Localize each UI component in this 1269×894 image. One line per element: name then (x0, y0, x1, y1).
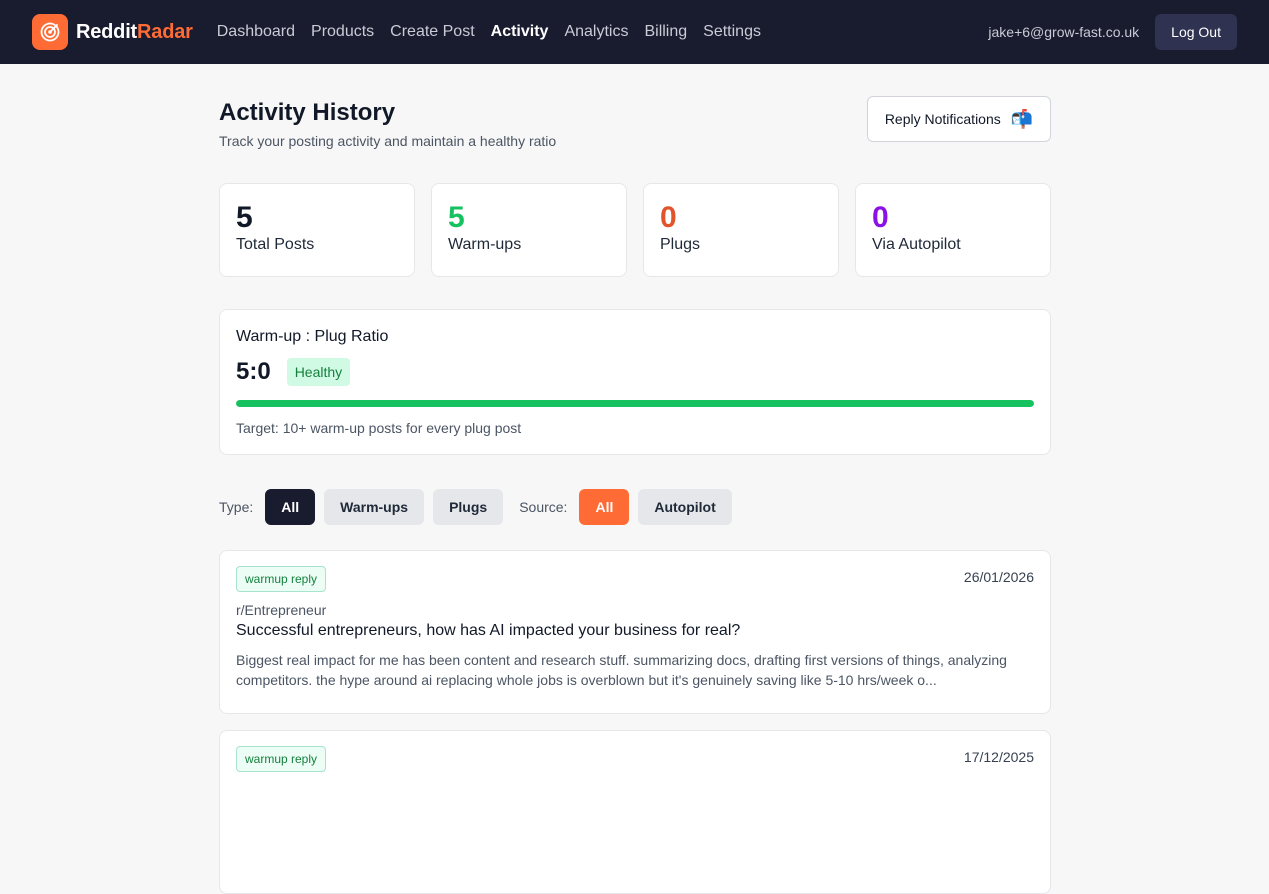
brand-name-part2: Radar (137, 20, 193, 43)
post-title[interactable]: Successful entrepreneurs, how has AI imp… (236, 622, 1034, 640)
source-filter-all[interactable]: All (579, 489, 630, 525)
source-filter-autopilot[interactable]: Autopilot (638, 489, 732, 525)
ratio-row: 5:0 Healthy (236, 358, 1034, 386)
stat-value: 0 (872, 201, 889, 234)
post-card[interactable]: warmup reply 26/01/2026 r/Entrepreneur S… (219, 550, 1051, 714)
brand-logo[interactable]: RedditRadar (32, 14, 193, 50)
post-card[interactable]: warmup reply 17/12/2025 (219, 730, 1051, 894)
stat-card-warm-ups: 5 Warm-ups (431, 183, 627, 277)
stat-label: Total Posts (236, 236, 315, 253)
ratio-progress-bar (236, 400, 1034, 407)
stat-value: 5 (448, 201, 465, 234)
ratio-value: 5:0 (236, 358, 271, 385)
type-filter-label: Type: (219, 499, 254, 515)
nav-right: jake+6@grow-fast.co.uk Log Out (988, 14, 1237, 50)
page-subtitle: Track your posting activity and maintain… (219, 133, 557, 149)
top-navbar: RedditRadar Dashboard Products Create Po… (0, 0, 1269, 64)
mailbox-icon: 📬 (1010, 108, 1034, 129)
nav-analytics[interactable]: Analytics (564, 23, 628, 41)
radar-target-icon (32, 14, 68, 50)
post-date: 17/12/2025 (963, 749, 1034, 765)
ratio-card: Warm-up : Plug Ratio 5:0 Healthy Target:… (219, 309, 1051, 455)
stat-card-via-autopilot: 0 Via Autopilot (855, 183, 1051, 277)
type-filter-all[interactable]: All (265, 489, 316, 525)
nav-products[interactable]: Products (311, 23, 374, 41)
post-date: 26/01/2026 (963, 569, 1034, 585)
ratio-status-badge: Healthy (286, 358, 351, 386)
brand-name: RedditRadar (76, 21, 193, 44)
page-header: Activity History Track your posting acti… (219, 96, 1051, 149)
nav-links: Dashboard Products Create Post Activity … (217, 23, 777, 41)
nav-settings[interactable]: Settings (703, 23, 761, 41)
stat-label: Plugs (660, 236, 701, 253)
stat-card-plugs: 0 Plugs (643, 183, 839, 277)
stats-row: 5 Total Posts 5 Warm-ups 0 Plugs 0 Via A… (219, 183, 1051, 277)
post-subreddit[interactable]: r/Entrepreneur (236, 602, 1034, 618)
stat-value: 0 (660, 201, 677, 234)
nav-billing[interactable]: Billing (644, 23, 687, 41)
main-content: Activity History Track your posting acti… (219, 64, 1051, 894)
nav-activity[interactable]: Activity (491, 23, 549, 41)
brand-name-part1: Reddit (76, 20, 138, 43)
stat-value: 5 (236, 201, 253, 234)
user-email: jake+6@grow-fast.co.uk (988, 24, 1140, 40)
ratio-progress-fill (236, 400, 1034, 407)
reply-notifications-button[interactable]: Reply Notifications 📬 (867, 96, 1051, 142)
type-filter-warm-ups[interactable]: Warm-ups (324, 489, 425, 525)
logout-button[interactable]: Log Out (1155, 14, 1237, 50)
post-type-tag: warmup reply (236, 566, 327, 592)
source-filter-label: Source: (519, 499, 568, 515)
post-excerpt: Biggest real impact for me has been cont… (236, 652, 1007, 688)
post-type-tag: warmup reply (236, 746, 327, 772)
stat-card-total-posts: 5 Total Posts (219, 183, 415, 277)
filter-bar: Type: All Warm-ups Plugs Source: All Aut… (219, 489, 1051, 525)
ratio-target-text: Target: 10+ warm-up posts for every plug… (236, 420, 522, 436)
stat-label: Warm-ups (448, 236, 522, 253)
nav-create-post[interactable]: Create Post (390, 23, 474, 41)
type-filter-plugs[interactable]: Plugs (433, 489, 504, 525)
nav-dashboard[interactable]: Dashboard (217, 23, 295, 41)
ratio-title: Warm-up : Plug Ratio (236, 328, 389, 345)
stat-label: Via Autopilot (872, 236, 961, 253)
page-title: Activity History (219, 99, 396, 126)
reply-notifications-label: Reply Notifications (884, 111, 1001, 127)
